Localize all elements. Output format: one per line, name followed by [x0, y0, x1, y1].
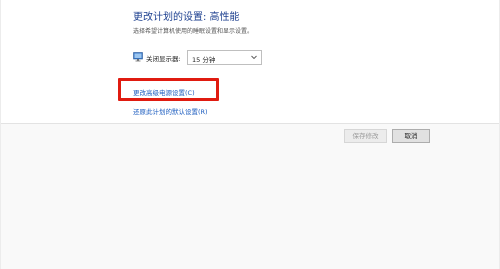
left-edge: [0, 0, 1, 269]
highlight-box: [118, 78, 219, 101]
display-off-value: 15 分钟: [192, 56, 216, 64]
save-button[interactable]: 保存修改: [344, 129, 387, 143]
page-title: 更改计划的设置: 高性能: [133, 12, 240, 23]
page-subtitle: 选择希望计算机使用的睡眠设置和显示设置。: [133, 28, 254, 35]
display-off-select[interactable]: 15 分钟: [187, 50, 262, 65]
cancel-button[interactable]: 取消: [392, 129, 430, 143]
monitor-power-icon: [133, 52, 143, 62]
display-off-label: 关闭显示器:: [146, 55, 181, 63]
button-bar: [0, 124, 500, 269]
chevron-down-icon: [251, 55, 257, 60]
restore-defaults-link[interactable]: 还原此计划的默认设置(R): [133, 106, 208, 116]
